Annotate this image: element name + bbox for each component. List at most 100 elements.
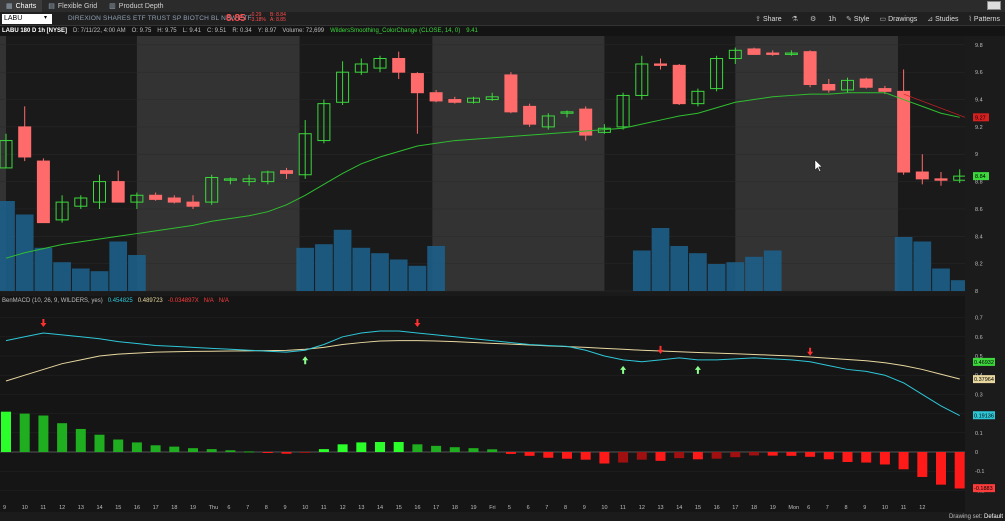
candle-body <box>504 74 518 113</box>
info-high: H: 9.75 <box>157 28 177 34</box>
macd-histogram-bar <box>655 452 666 461</box>
candle-body <box>448 99 462 103</box>
share-label: Share <box>762 15 782 23</box>
tab-product-depth[interactable]: ▥ Product Depth <box>103 0 169 12</box>
timeframe-label: 1h <box>828 15 837 23</box>
macd-histogram-bar <box>636 452 647 460</box>
symbol-description: DIREXION SHARES ETF TRUST SP BIOTCH BL N… <box>68 15 252 22</box>
info-range: R: 0.34 <box>232 28 252 34</box>
time-tick-label: 6 <box>527 505 530 511</box>
time-tick-label: 19 <box>770 505 776 511</box>
bid-ask: B: 8.84 A: 8.85 <box>270 13 286 23</box>
candle-body <box>280 170 293 174</box>
macd-histogram-bar <box>94 434 105 452</box>
time-tick-label: 14 <box>676 505 682 511</box>
drawings-button[interactable]: ▭ Drawings <box>879 15 917 24</box>
volume-bar <box>315 244 333 291</box>
candle-body <box>747 48 761 55</box>
macd-tag-label: 0.19136 <box>974 413 994 419</box>
volume-bar <box>296 247 315 291</box>
macd-histogram-bar <box>936 452 946 485</box>
volume-bar <box>651 228 670 291</box>
macd-pane: 0.70.60.50.40.30.20.10-0.1-0.20.469320.3… <box>0 296 995 504</box>
info-study-value: 9.41 <box>466 28 478 34</box>
candle-body <box>186 201 200 207</box>
volume-bar <box>427 246 445 291</box>
studies-icon: ⊿ <box>927 16 934 23</box>
price-tick-label: 8.6 <box>975 207 983 213</box>
macd-histogram-bar <box>711 452 722 459</box>
info-study[interactable]: WildersSmoothing_ColorChange (CLOSE, 14,… <box>330 26 460 36</box>
macd-histogram-bar <box>692 452 703 460</box>
macd-histogram-bar <box>487 449 498 452</box>
candle-body <box>429 92 443 102</box>
price-tick-label: 9.8 <box>975 43 983 49</box>
time-tick-label: 12 <box>59 505 65 511</box>
flask-button[interactable]: ⚗ <box>792 15 800 23</box>
candle-body <box>915 171 929 180</box>
volume-bar <box>894 237 913 291</box>
share-icon: ⇪ <box>755 16 761 23</box>
volume-bar <box>109 241 128 291</box>
macd-histogram-bar <box>206 449 217 452</box>
macd-histogram-bar <box>262 452 273 453</box>
tab-charts[interactable]: ▦ Charts <box>0 0 43 12</box>
studies-button[interactable]: ⊿ Studies <box>927 15 958 24</box>
volume-bar <box>745 256 763 291</box>
macd-histogram-bar <box>842 452 853 462</box>
time-tick-label: 19 <box>471 505 477 511</box>
window-control-button[interactable] <box>987 1 1001 10</box>
time-tick-label: 6 <box>227 505 230 511</box>
macd-diff: -0.034897X <box>167 298 199 304</box>
macd-study-name[interactable]: BenMACD (10, 26, 9, WILDERS, yes) <box>2 296 103 306</box>
time-tick-label: 17 <box>433 505 439 511</box>
volume-bar <box>389 259 408 291</box>
ask-value: A: 8.85 <box>270 17 286 23</box>
macd-histogram-bar <box>767 452 778 456</box>
time-tick-label: 11 <box>40 505 46 511</box>
time-tick-label: 11 <box>620 505 626 511</box>
time-tick-label: Thu <box>209 505 218 511</box>
macd-histogram-bar <box>113 439 124 452</box>
price-axis: 9.8 9.6 9.4 9.2 9 8.8 8.6 8.4 8.2 8 <box>965 36 1005 521</box>
macd-histogram-bar <box>57 423 68 452</box>
tab-flexible-grid[interactable]: ▤ Flexible Grid <box>42 0 103 12</box>
macd-histogram-bar <box>599 452 610 464</box>
macd-header: BenMACD (10, 26, 9, WILDERS, yes) 0.4548… <box>0 296 1005 306</box>
time-tick-label: 9 <box>583 505 586 511</box>
drawings-icon: ▭ <box>879 16 887 23</box>
volume-bar <box>689 253 707 291</box>
candle-body <box>897 90 911 173</box>
time-tick-label: 9 <box>3 505 6 511</box>
style-button[interactable]: ✎ Style <box>846 15 869 24</box>
macd-histogram-bar <box>749 452 759 456</box>
last-price: 8.85 <box>226 13 246 24</box>
macd-value: 0.454825 <box>107 298 133 304</box>
volume-bar <box>128 255 146 291</box>
patterns-label: Patterns <box>973 15 1000 23</box>
time-tick-label: 15 <box>115 505 121 511</box>
time-tick-label: 18 <box>452 505 458 511</box>
settings-button[interactable]: ⚙ <box>810 15 818 23</box>
macd-histogram-bar <box>898 452 909 470</box>
info-low: L: 9.41 <box>182 28 202 34</box>
volume-bar <box>707 264 726 291</box>
timeframe-button[interactable]: 1h <box>828 16 836 23</box>
candle-body <box>523 105 537 125</box>
price-chart[interactable]: 9.8 9.6 9.4 9.2 9 8.8 8.6 8.4 8.2 8 9.27 8.84 0.7 0… <box>0 36 1005 521</box>
candle-body <box>878 88 892 92</box>
patterns-button[interactable]: ⌇ Patterns <box>969 15 1001 24</box>
change-percent: -3.18% <box>250 17 266 23</box>
time-tick-label: 8 <box>564 505 567 511</box>
macd-histogram-bar <box>580 452 591 460</box>
share-button[interactable]: ⇪ Share <box>755 15 782 24</box>
time-tick-label: 10 <box>882 505 888 511</box>
drawing-set-footer[interactable]: Drawing set: Default <box>949 514 1003 520</box>
tab-charts-label: Charts <box>15 2 37 10</box>
candle-body <box>654 63 667 66</box>
chevron-down-icon[interactable]: ▾ <box>44 14 47 21</box>
info-date: D: 7/11/22, 4:00 AM <box>73 28 126 34</box>
time-tick-label: 17 <box>153 505 159 511</box>
price-tick-label: 8 <box>975 289 978 295</box>
macd-histogram-bar <box>412 444 423 452</box>
